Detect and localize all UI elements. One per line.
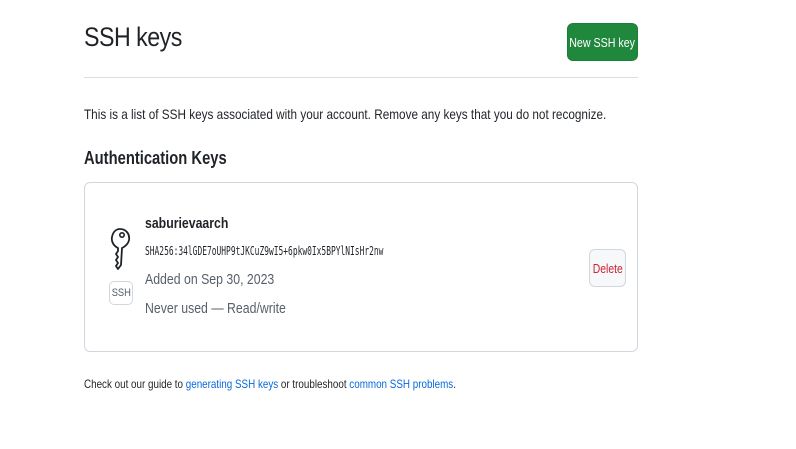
delete-key-button[interactable]: Delete: [589, 249, 626, 287]
ssh-badge: SSH: [109, 281, 133, 305]
ssh-keys-page: SSH keys New SSH key This is a list of S…: [0, 0, 796, 449]
footer-suffix: .: [453, 377, 456, 391]
key-fingerprint: SHA256:34lGDE7oUHP9tJKCuZ9wI5+6pkw0Ix5BP…: [145, 244, 384, 258]
section-title: Authentication Keys: [84, 148, 227, 168]
footer-middle: or troubleshoot: [278, 377, 350, 391]
common-ssh-problems-link[interactable]: common SSH problems: [349, 377, 453, 391]
footer-prefix: Check out our guide to: [84, 377, 186, 391]
new-ssh-key-button[interactable]: New SSH key: [567, 23, 638, 61]
page-title: SSH keys: [84, 22, 182, 52]
key-icon: [110, 228, 131, 270]
delete-key-button-label: Delete: [592, 260, 623, 276]
page-description: This is a list of SSH keys associated wi…: [84, 106, 607, 122]
help-footer: Check out our guide to generating SSH ke…: [84, 377, 456, 391]
header-divider: [84, 77, 638, 78]
ssh-badge-label: SSH: [111, 287, 131, 299]
ssh-key-card: SSH saburievaarch SHA256:34lGDE7oUHP9tJK…: [84, 182, 638, 352]
key-title: saburievaarch: [145, 215, 229, 232]
generating-ssh-keys-link[interactable]: generating SSH keys: [186, 377, 278, 391]
new-ssh-key-button-label: New SSH key: [569, 34, 636, 50]
key-usage: Never used — Read/write: [145, 300, 286, 317]
key-added-date: Added on Sep 30, 2023: [145, 271, 275, 288]
